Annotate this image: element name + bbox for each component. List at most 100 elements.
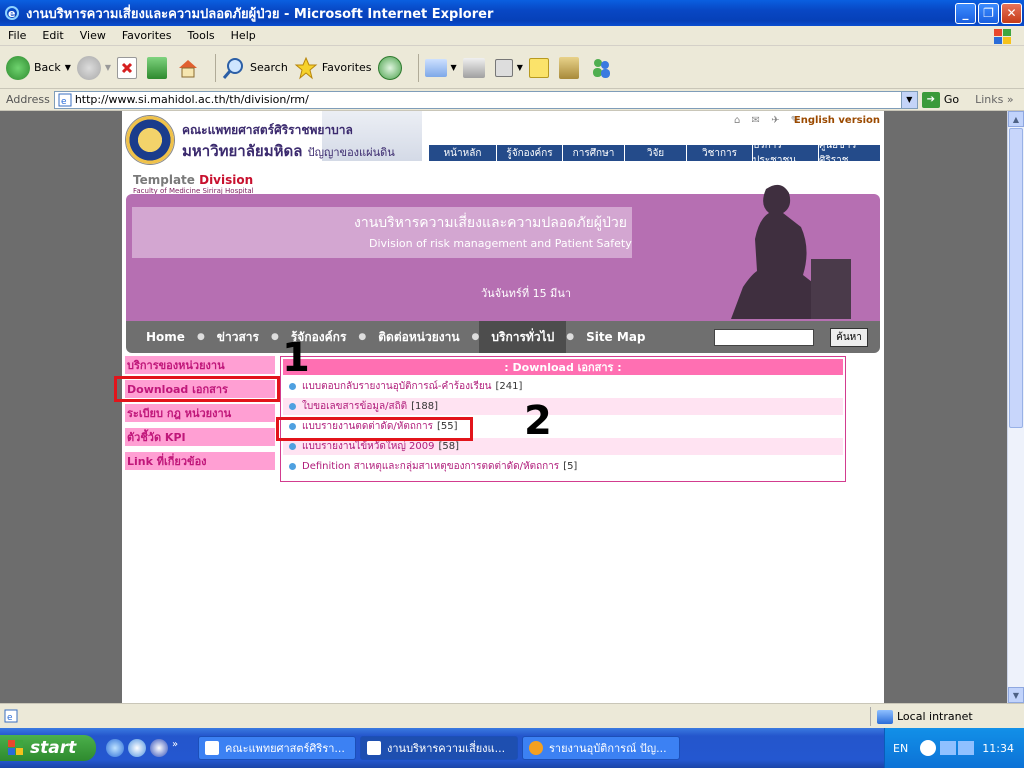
player-quicklaunch-icon[interactable] [150, 739, 168, 757]
annotation-number-two: 2 [524, 398, 552, 444]
download-link[interactable]: แบบตอบกลับรายงานอุบัติการณ์-คำร้องเรียน [302, 379, 492, 394]
back-dropdown-icon[interactable]: ▼ [65, 63, 71, 72]
bullet-icon [289, 443, 296, 450]
research-button[interactable] [558, 56, 583, 79]
page-icon: e [58, 93, 72, 107]
scroll-up-icon[interactable]: ▲ [1008, 111, 1024, 127]
start-button[interactable]: start [0, 735, 96, 761]
site-search-input[interactable] [714, 329, 814, 346]
go-button[interactable]: ➔ Go [921, 91, 960, 108]
browser-viewport: คณะแพทยศาสตร์ศิริราชพยาบาล มหาวิทยาลัยมห… [0, 111, 1024, 703]
nav-separator: ● [566, 332, 575, 342]
network-icon[interactable] [940, 741, 957, 755]
menu-favorites[interactable]: Favorites [114, 29, 180, 42]
taskbar-window-2[interactable]: งานบริหารความเสี่ยงแ... [360, 736, 518, 760]
mail-button[interactable]: ▼ [424, 58, 457, 77]
download-count: [188] [411, 401, 439, 412]
maximize-button[interactable]: ❐ [978, 2, 999, 24]
download-item[interactable]: Definition สาเหตุและกลุ่มสาเหตุของการตดต… [283, 458, 843, 475]
nav-contact[interactable]: ติดต่อหน่วยงาน [366, 321, 471, 353]
title-bar: e งานบริหารความเสี่ยงและความปลอดภัยผู้ป่… [0, 0, 1024, 26]
menu-tools[interactable]: Tools [180, 29, 223, 42]
back-button[interactable]: Back ▼ [6, 55, 71, 80]
go-label: Go [943, 93, 960, 106]
status-bar: e Local intranet [0, 703, 1024, 728]
forward-dropdown-icon[interactable]: ▼ [105, 63, 111, 72]
close-button[interactable]: ✕ [1001, 2, 1022, 24]
forward-button[interactable]: ▼ [76, 55, 111, 80]
minimize-button[interactable]: _ [955, 2, 976, 24]
menu-view[interactable]: View [72, 29, 114, 42]
header-utility-icons[interactable]: ⌂ ✉ ✈ ✎ [734, 115, 803, 126]
media-quicklaunch-icon[interactable] [128, 739, 146, 757]
topnav-news[interactable]: ศูนย์ข่าวศิริราช [818, 140, 880, 166]
address-dropdown-icon[interactable]: ▼ [900, 91, 917, 108]
mail-dropdown-icon[interactable]: ▼ [451, 63, 457, 72]
download-count: [58] [438, 441, 460, 452]
topnav-home[interactable]: หน้าหลัก [428, 145, 496, 161]
topnav-about[interactable]: รู้จักองค์กร [496, 145, 562, 161]
topnav-public-service[interactable]: บริการประชาชน [752, 140, 818, 166]
search-button[interactable]: Search [222, 56, 288, 80]
scroll-thumb[interactable] [1009, 128, 1023, 428]
links-label: Links [975, 93, 1004, 106]
taskbar-window-1[interactable]: คณะแพทยศาสตร์ศิริรา... [198, 736, 356, 760]
nav-news[interactable]: ข่าวสาร [205, 321, 271, 353]
favorites-button[interactable]: Favorites [294, 56, 372, 80]
leftmenu-links[interactable]: Link ที่เกี่ยวข้อง [125, 452, 275, 470]
english-version-link[interactable]: English version [794, 115, 880, 126]
download-link[interactable]: Definition สาเหตุและกลุ่มสาเหตุของการตดต… [302, 459, 559, 474]
download-panel-header: : Download เอกสาร : [283, 359, 843, 375]
university-name: มหาวิทยาลัยมหิดล ปัญญาของแผ่นดิน [182, 139, 395, 163]
edit-button[interactable]: ▼ [494, 58, 523, 77]
url-text[interactable]: http://www.si.mahidol.ac.th/th/division/… [75, 93, 901, 106]
taskbar-window-3[interactable]: รายงานอุบัติการณ์ ปัญ... [522, 736, 680, 760]
menu-help[interactable]: Help [223, 29, 264, 42]
leftmenu-regulations[interactable]: ระเบียบ กฎ หน่วยงาน [125, 404, 275, 422]
leftmenu-services[interactable]: บริการของหน่วยงาน [125, 356, 275, 374]
refresh-button[interactable] [147, 56, 171, 79]
vertical-scrollbar[interactable]: ▲ ▼ [1007, 111, 1024, 703]
download-link[interactable]: แบบรายงานไข้หวัดใหญ่ 2009 [302, 439, 435, 454]
network-icon-2[interactable] [958, 741, 975, 755]
nav-separator: ● [196, 332, 205, 342]
ie-quicklaunch-icon[interactable] [106, 739, 124, 757]
discuss-button[interactable] [528, 57, 553, 78]
nav-services[interactable]: บริการทั่วไป [479, 321, 567, 353]
messenger-button[interactable] [589, 56, 617, 80]
tray-back-icon[interactable] [920, 740, 937, 756]
page-status-icon: e [4, 709, 18, 723]
leftmenu-kpi[interactable]: ตัวชี้วัด KPI [125, 428, 275, 446]
nav-home[interactable]: Home [126, 321, 197, 353]
home-button[interactable] [177, 57, 203, 79]
svg-text:e: e [61, 97, 67, 107]
menu-edit[interactable]: Edit [34, 29, 71, 42]
history-button[interactable] [377, 55, 406, 80]
language-indicator[interactable]: EN [893, 742, 908, 755]
quicklaunch-more-icon[interactable]: » [172, 739, 190, 757]
print-button[interactable] [462, 57, 489, 78]
topnav-education[interactable]: การศึกษา [562, 145, 624, 161]
history-icon [377, 55, 402, 80]
links-button[interactable]: Links » [975, 93, 1014, 106]
download-item[interactable]: แบบตอบกลับรายงานอุบัติการณ์-คำร้องเรียน[… [283, 378, 843, 395]
menu-file[interactable]: File [0, 29, 34, 42]
stop-button[interactable] [117, 56, 141, 79]
scroll-down-icon[interactable]: ▼ [1008, 687, 1024, 703]
security-zone-label: Local intranet [897, 710, 973, 723]
template-division-logo: Template Division [133, 173, 253, 187]
menu-bar: File Edit View Favorites Tools Help [0, 26, 1024, 46]
topnav-academic[interactable]: วิชาการ [686, 145, 752, 161]
go-arrow-icon: ➔ [921, 91, 940, 108]
edit-dropdown-icon[interactable]: ▼ [517, 63, 523, 72]
download-link[interactable]: ใบขอเลขสารข้อมูล/สถิติ [302, 399, 407, 414]
bullet-icon [289, 463, 296, 470]
ie-task-icon [367, 741, 381, 755]
download-item[interactable]: ใบขอเลขสารข้อมูล/สถิติ [188] [283, 398, 843, 415]
address-input[interactable]: e http://www.si.mahidol.ac.th/th/divisio… [53, 90, 918, 109]
site-search-button[interactable]: ค้นหา [830, 328, 868, 347]
bullet-icon [289, 403, 296, 410]
topnav-research[interactable]: วิจัย [624, 145, 686, 161]
mail-icon [424, 58, 447, 77]
nav-sitemap[interactable]: Site Map [574, 321, 657, 353]
